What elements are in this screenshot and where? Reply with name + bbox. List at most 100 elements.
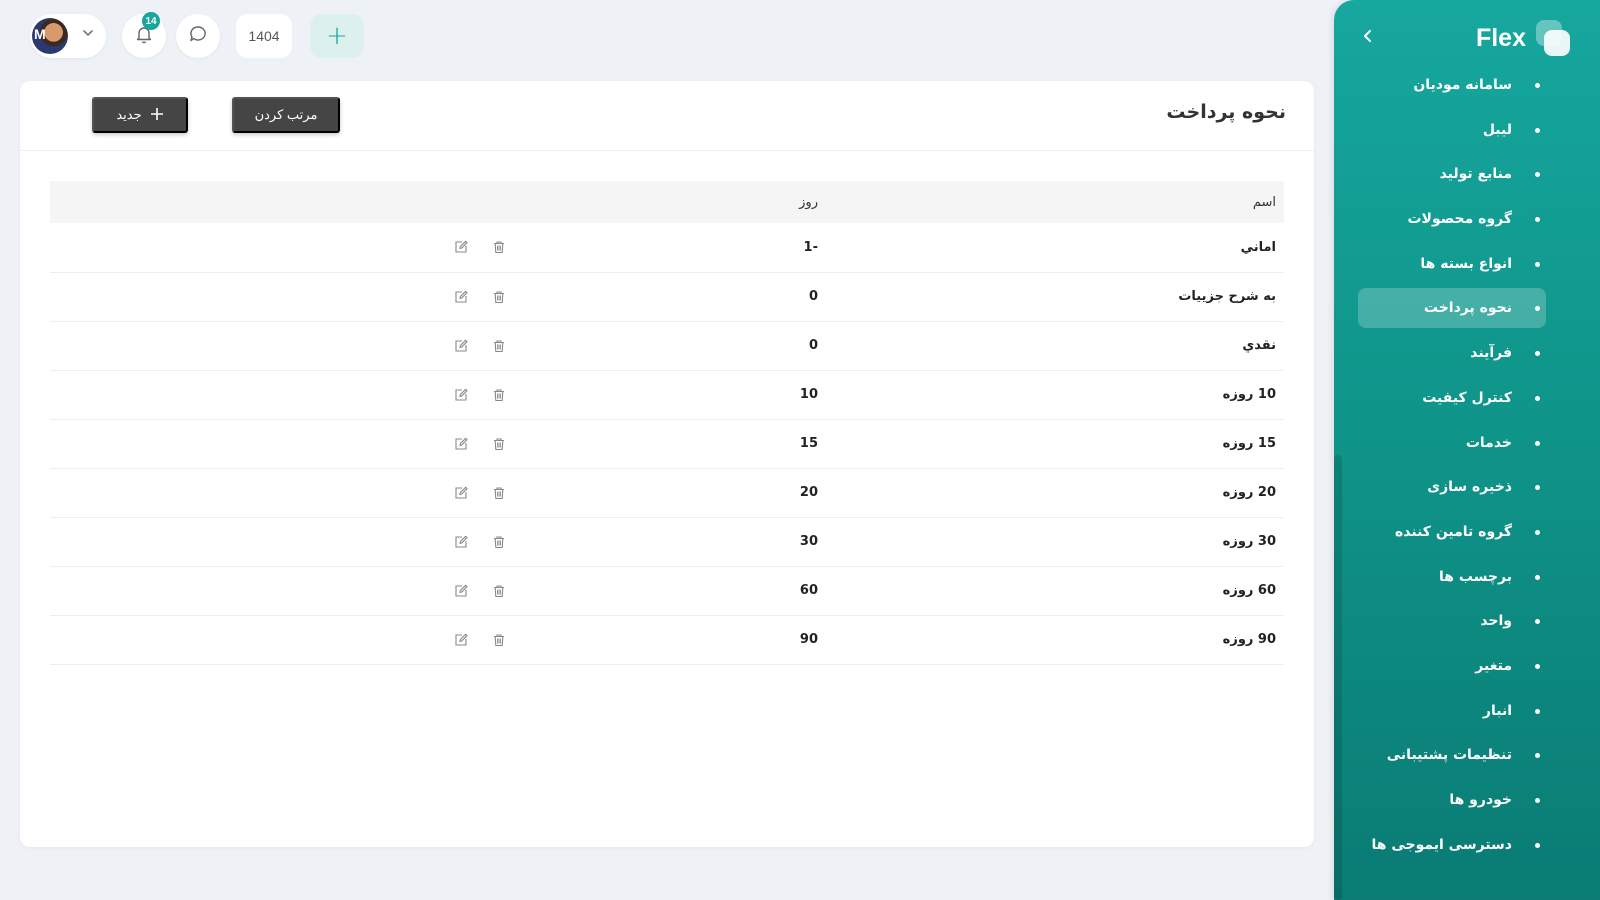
edit-icon[interactable] xyxy=(452,631,470,649)
table-row[interactable]: 90 روزه 90 xyxy=(50,615,1284,665)
sidebar-nav: سامانه مودیان لیبل منابع تولید گروه محصو… xyxy=(1334,65,1600,869)
cell-actions xyxy=(50,223,516,273)
delete-icon[interactable] xyxy=(490,238,508,256)
payment-methods-table: اسم روز اماني -1 به شرح جزییات 0 نقدي 0 10 روز… xyxy=(50,181,1284,665)
table-row[interactable]: اماني -1 xyxy=(50,223,1284,273)
chat-button[interactable] xyxy=(176,14,220,58)
delete-icon[interactable] xyxy=(490,386,508,404)
bullet-icon xyxy=(1535,172,1540,178)
table-row[interactable]: 10 روزه 10 xyxy=(50,370,1284,420)
sidebar-item-storage[interactable]: ذخیره سازی xyxy=(1334,467,1600,507)
fiscal-year-selector[interactable]: 1404 xyxy=(236,14,292,58)
delete-icon[interactable] xyxy=(490,582,508,600)
bullet-icon xyxy=(1535,798,1540,803)
delete-icon[interactable] xyxy=(490,435,508,453)
column-header-name[interactable]: اسم xyxy=(826,181,1284,223)
sidebar-item-process[interactable]: فرآیند xyxy=(1334,333,1600,373)
sidebar-item-support-settings[interactable]: تنظیمات پشتیبانی xyxy=(1334,735,1600,775)
cell-days: 20 xyxy=(516,468,826,518)
table-row[interactable]: به شرح جزییات 0 xyxy=(50,272,1284,322)
brand-logo[interactable]: Flex xyxy=(1476,18,1570,58)
bullet-icon xyxy=(1535,351,1540,357)
cell-actions xyxy=(50,566,516,616)
edit-icon[interactable] xyxy=(452,435,470,453)
cell-days: 90 xyxy=(516,615,826,665)
table-header-row: اسم روز xyxy=(50,181,1284,223)
cell-name: به شرح جزییات xyxy=(826,272,1284,322)
column-header-actions xyxy=(50,181,516,223)
sidebar-item-tags[interactable]: برچسب ها xyxy=(1334,557,1600,597)
cell-days: 15 xyxy=(516,419,826,469)
table-row[interactable]: 30 روزه 30 xyxy=(50,517,1284,567)
edit-icon[interactable] xyxy=(452,288,470,306)
sidebar-item-payment-method[interactable]: نحوه پرداخت xyxy=(1334,288,1600,329)
sidebar-item-label[interactable]: لیبل xyxy=(1334,110,1600,150)
bullet-icon xyxy=(1535,217,1540,223)
sort-button[interactable]: مرتب کردن xyxy=(232,97,340,133)
delete-icon[interactable] xyxy=(490,533,508,551)
sidebar-item-quality-control[interactable]: کنترل کیفیت xyxy=(1334,378,1600,418)
cell-actions xyxy=(50,370,516,420)
cell-name: 10 روزه xyxy=(826,370,1284,420)
new-button-label: جدید xyxy=(116,107,142,122)
cell-name: 15 روزه xyxy=(826,419,1284,469)
cell-name: نقدي xyxy=(826,321,1284,371)
sidebar-item-taxpayers[interactable]: سامانه مودیان xyxy=(1334,65,1600,105)
edit-icon[interactable] xyxy=(452,337,470,355)
cell-name: اماني xyxy=(826,223,1284,273)
chevron-left-icon[interactable] xyxy=(1356,24,1380,48)
delete-icon[interactable] xyxy=(490,337,508,355)
cell-days: -1 xyxy=(516,223,826,273)
cell-days: 0 xyxy=(516,272,826,322)
cell-actions xyxy=(50,321,516,371)
delete-icon[interactable] xyxy=(490,484,508,502)
cell-days: 60 xyxy=(516,566,826,616)
bullet-icon xyxy=(1535,395,1540,401)
sidebar-item-package-types[interactable]: انواع بسته ها xyxy=(1334,244,1600,284)
column-header-days[interactable]: روز xyxy=(516,181,826,223)
sidebar-item-product-groups[interactable]: گروه محصولات xyxy=(1334,199,1600,239)
sidebar-item-warehouse[interactable]: انبار xyxy=(1334,691,1600,731)
cell-days: 0 xyxy=(516,321,826,371)
table-row[interactable]: 15 روزه 15 xyxy=(50,419,1284,469)
cell-name: 20 روزه xyxy=(826,468,1284,518)
delete-icon[interactable] xyxy=(490,288,508,306)
bullet-icon xyxy=(1535,127,1540,133)
brand-name: Flex xyxy=(1475,23,1526,52)
edit-icon[interactable] xyxy=(452,238,470,256)
bullet-icon xyxy=(1535,83,1540,88)
bullet-icon xyxy=(1535,663,1540,669)
flex-logo-icon xyxy=(1536,20,1570,56)
sidebar-item-supplier-group[interactable]: گروه تامین کننده xyxy=(1334,512,1600,552)
bullet-icon xyxy=(1535,619,1540,625)
user-menu[interactable]: M xyxy=(30,14,106,58)
notification-count-badge: 14 xyxy=(142,12,160,30)
delete-icon[interactable] xyxy=(490,631,508,649)
cell-name: 30 روزه xyxy=(826,517,1284,567)
cell-actions xyxy=(50,468,516,518)
sort-button-label: مرتب کردن xyxy=(254,107,318,122)
quick-add-button[interactable]: + xyxy=(310,14,364,58)
sidebar-item-unit[interactable]: واحد xyxy=(1334,601,1600,641)
cell-actions xyxy=(50,272,516,322)
bullet-icon xyxy=(1535,842,1540,848)
sidebar-item-variable[interactable]: متغیر xyxy=(1334,646,1600,686)
edit-icon[interactable] xyxy=(452,484,470,502)
edit-icon[interactable] xyxy=(452,386,470,404)
sidebar-item-emoji-access[interactable]: دسترسی ایموجی ها xyxy=(1334,825,1600,865)
cell-days: 10 xyxy=(516,370,826,420)
bullet-icon xyxy=(1535,440,1540,446)
edit-icon[interactable] xyxy=(452,582,470,600)
cell-actions xyxy=(50,517,516,567)
sidebar-item-production-resources[interactable]: منابع تولید xyxy=(1334,154,1600,194)
sidebar-item-vehicles[interactable]: خودرو ها xyxy=(1334,780,1600,820)
chevron-down-icon xyxy=(82,27,94,42)
table-row[interactable]: نقدي 0 xyxy=(50,321,1284,371)
sidebar-item-services[interactable]: خدمات xyxy=(1334,423,1600,463)
cell-actions xyxy=(50,615,516,665)
table-row[interactable]: 60 روزه 60 xyxy=(50,566,1284,616)
bullet-icon xyxy=(1535,574,1540,580)
new-button[interactable]: جدید xyxy=(92,97,188,133)
table-row[interactable]: 20 روزه 20 xyxy=(50,468,1284,518)
edit-icon[interactable] xyxy=(452,533,470,551)
